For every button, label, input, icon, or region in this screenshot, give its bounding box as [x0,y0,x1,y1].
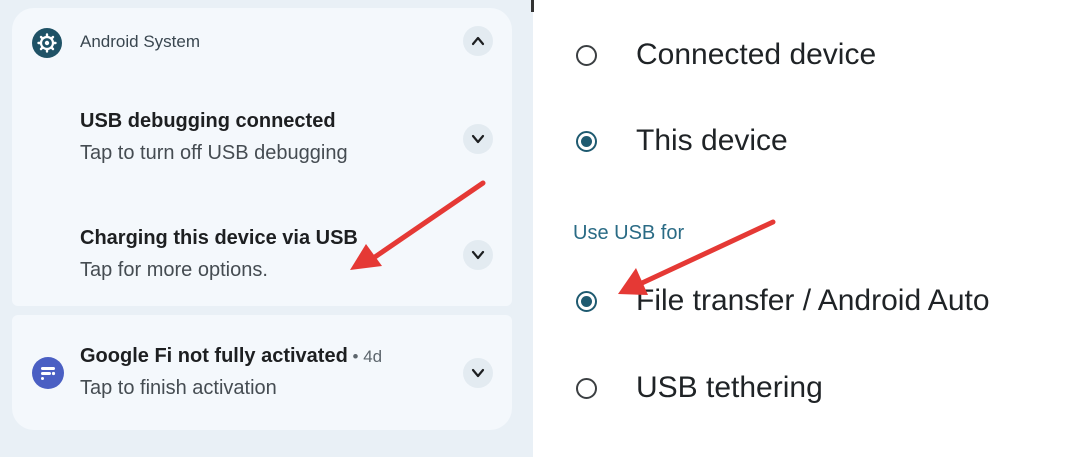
divider-notch [531,0,534,12]
option-label: This device [636,124,788,157]
radio-this-device[interactable] [576,130,597,152]
radio-file-transfer[interactable] [576,290,597,312]
usb-charging-subtitle[interactable]: Tap for more options. [80,259,268,282]
usb-debugging-subtitle[interactable]: Tap to turn off USB debugging [80,142,348,165]
notification-shade: Android System USB debugging connected T… [0,0,533,457]
app-name: Android System [80,32,200,51]
google-fi-title-text: Google Fi not fully activated [80,345,348,367]
panel-divider [533,0,540,457]
option-file-transfer[interactable]: File transfer / Android Auto [576,284,990,318]
collapse-button[interactable] [463,26,493,56]
option-this-device[interactable]: This device [576,124,788,158]
notification-age: • 4d [347,347,383,366]
option-label: Connected device [636,38,877,71]
radio-usb-tethering[interactable] [576,377,597,399]
chevron-down-icon [471,134,485,144]
google-fi-title[interactable]: Google Fi not fully activated • 4d [80,345,382,368]
usb-preferences-panel: Connected device This device Use USB for… [540,0,1082,457]
google-fi-icon [32,357,64,389]
option-label: USB tethering [636,371,823,404]
expand-usb-debugging-button[interactable] [463,124,493,154]
usb-charging-title[interactable]: Charging this device via USB [80,227,358,250]
chevron-down-icon [471,250,485,260]
option-usb-tethering[interactable]: USB tethering [576,371,823,405]
option-connected-device[interactable]: Connected device [576,38,876,72]
usb-debugging-title[interactable]: USB debugging connected [80,110,336,133]
use-usb-for-heading: Use USB for [573,222,685,244]
chevron-up-icon [471,36,485,46]
expand-usb-charging-button[interactable] [463,240,493,270]
option-label: File transfer / Android Auto [636,284,990,317]
expand-google-fi-button[interactable] [463,358,493,388]
settings-gear-icon [32,28,62,58]
chevron-down-icon [471,368,485,378]
google-fi-notification[interactable] [12,315,512,430]
google-fi-subtitle[interactable]: Tap to finish activation [80,377,277,400]
radio-connected-device[interactable] [576,44,597,66]
